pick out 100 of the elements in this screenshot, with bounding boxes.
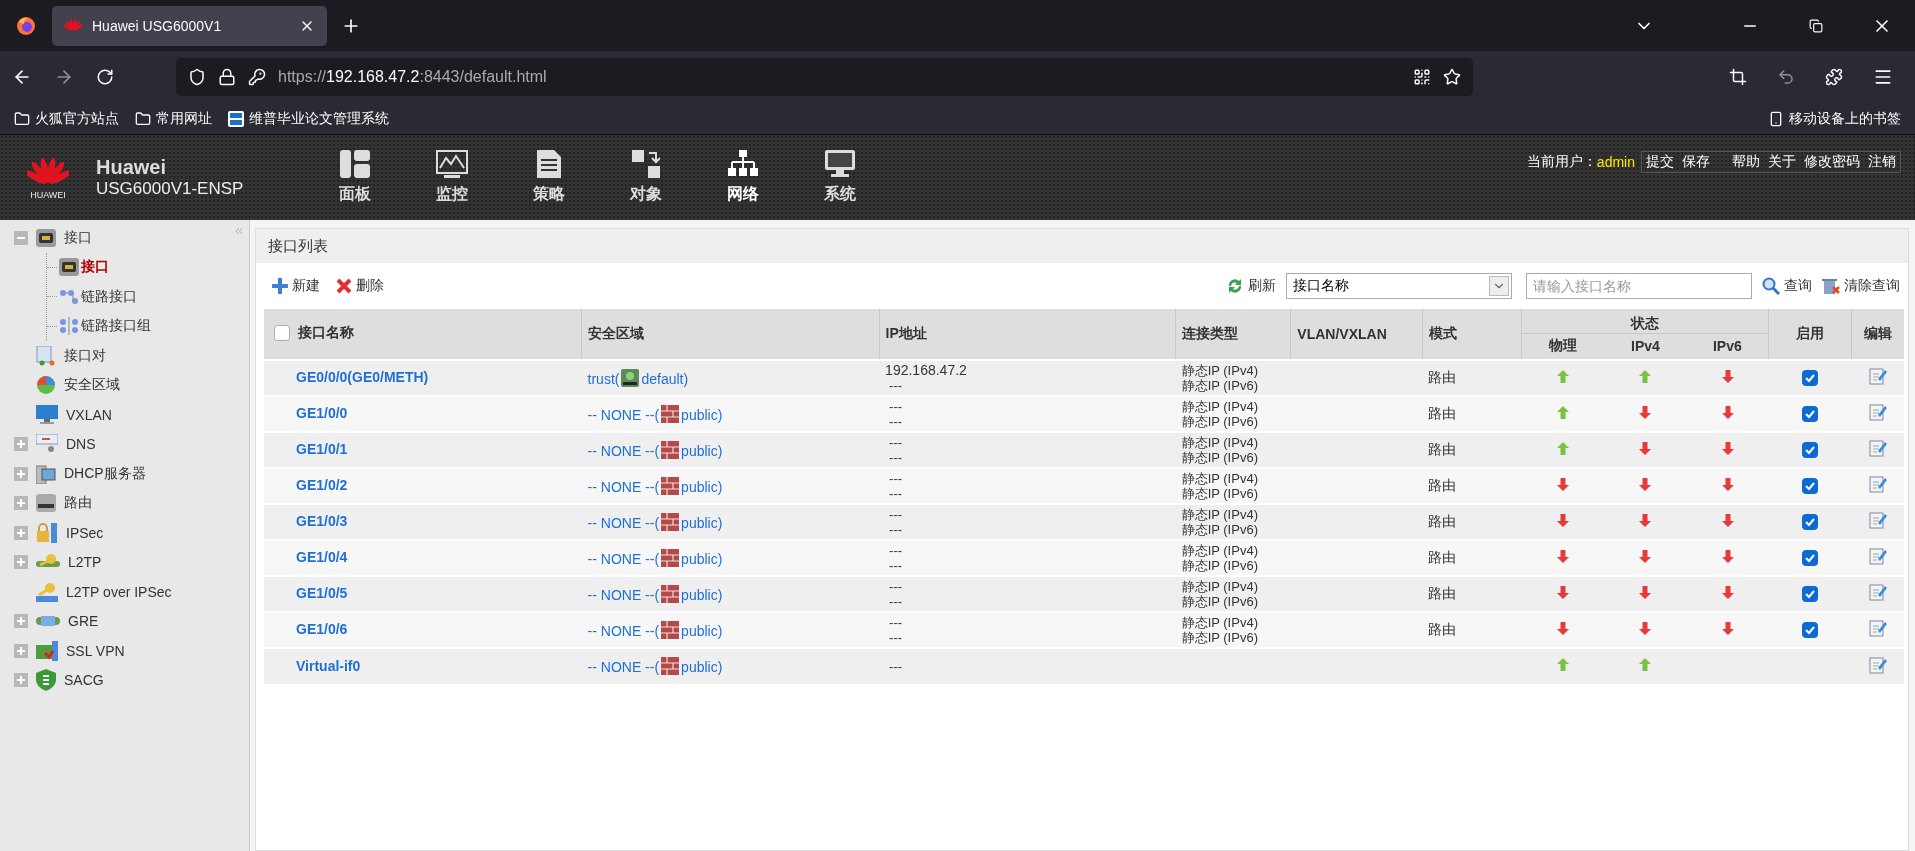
delete-button[interactable]: 删除 xyxy=(336,277,384,295)
interface-link[interactable]: Virtual-if0 xyxy=(270,657,361,674)
enable-checkbox[interactable] xyxy=(1802,621,1819,638)
edit-icon[interactable] xyxy=(1868,511,1887,529)
interface-link[interactable]: GE1/0/6 xyxy=(270,621,348,637)
nav-item[interactable]: 监控 xyxy=(403,135,500,220)
clear-query-button[interactable]: 清除查询 xyxy=(1822,277,1900,295)
sidebar-item[interactable]: IPSec xyxy=(66,524,104,541)
query-button[interactable]: 查询 xyxy=(1762,277,1812,295)
bookmark-item[interactable]: 常用网址 xyxy=(135,109,212,128)
zone-link[interactable]: -- NONE --( xyxy=(587,660,660,675)
sidebar-item[interactable]: DHCP服务器 xyxy=(64,464,146,483)
zone-link[interactable]: -- NONE --( xyxy=(587,551,660,567)
header-link[interactable]: 关于 xyxy=(1768,153,1796,171)
enable-checkbox[interactable] xyxy=(1802,441,1819,458)
zone-link[interactable]: -- NONE --( xyxy=(587,407,660,423)
interface-link[interactable]: GE1/0/0 xyxy=(270,405,348,421)
vsys-link[interactable]: public) xyxy=(681,407,723,423)
vsys-link[interactable]: public) xyxy=(681,479,723,495)
firewall-icon xyxy=(661,404,680,423)
zone-link[interactable]: -- NONE --( xyxy=(587,443,660,459)
edit-icon[interactable] xyxy=(1868,475,1887,493)
edit-icon[interactable] xyxy=(1868,655,1887,674)
crop-icon[interactable] xyxy=(1729,68,1747,86)
restore-icon[interactable] xyxy=(1809,18,1823,33)
qr-code-icon[interactable] xyxy=(1413,68,1431,86)
zone-link[interactable]: -- NONE --( xyxy=(587,515,660,531)
menu-icon[interactable] xyxy=(1873,67,1893,87)
select-all-checkbox[interactable] xyxy=(274,324,290,341)
ip-address: 192.168.47.2 xyxy=(885,362,968,378)
header-link[interactable]: 提交 xyxy=(1646,153,1674,171)
bookmark-item[interactable]: 维普毕业论文管理系统 xyxy=(228,109,389,128)
interface-link[interactable]: GE1/0/2 xyxy=(270,477,348,493)
edit-icon[interactable] xyxy=(1868,367,1887,385)
model-name: USG6000V1-ENSP xyxy=(96,179,245,199)
header-link[interactable]: 帮助 xyxy=(1732,153,1760,171)
search-field[interactable]: 请输入接口名称 xyxy=(1526,273,1752,299)
edit-icon[interactable] xyxy=(1868,583,1887,601)
nav-item[interactable]: 网络 xyxy=(694,135,791,220)
interface-link[interactable]: GE1/0/1 xyxy=(270,441,348,457)
edit-icon[interactable] xyxy=(1868,547,1887,565)
shield-icon xyxy=(188,68,206,86)
bookmark-star-icon[interactable] xyxy=(1443,68,1461,86)
interface-link[interactable]: GE0/0/0(GE0/METH) xyxy=(270,369,429,385)
vsys-link[interactable]: default) xyxy=(641,371,689,387)
header-link[interactable]: 保存 xyxy=(1682,153,1710,171)
interface-link[interactable]: GE1/0/3 xyxy=(270,513,348,529)
sidebar-item[interactable]: 接口对 xyxy=(64,346,106,365)
sidebar-item[interactable]: 安全区域 xyxy=(64,376,120,395)
refresh-button[interactable]: 刷新 xyxy=(1226,277,1276,295)
vsys-link[interactable]: public) xyxy=(681,515,723,531)
sidebar-item[interactable]: 接口 xyxy=(81,258,109,277)
interface-link[interactable]: GE1/0/5 xyxy=(270,585,348,601)
nav-item[interactable]: 系统 xyxy=(791,135,888,220)
sidebar-item[interactable]: 链路接口组 xyxy=(81,317,151,336)
zone-link[interactable]: -- NONE --( xyxy=(587,623,660,639)
sidebar-item[interactable]: SACG xyxy=(64,672,104,689)
browser-tab[interactable]: Huawei USG6000V1 xyxy=(52,5,327,46)
sidebar-item[interactable]: L2TP xyxy=(68,554,102,571)
filter-select[interactable]: 接口名称 xyxy=(1286,273,1512,299)
sidebar-item[interactable]: 路由 xyxy=(64,494,92,513)
header-link[interactable]: 注销 xyxy=(1868,153,1896,171)
interface-link[interactable]: GE1/0/4 xyxy=(270,549,348,565)
enable-checkbox[interactable] xyxy=(1802,585,1819,602)
sidebar-item[interactable]: GRE xyxy=(68,613,99,630)
extensions-icon[interactable] xyxy=(1825,68,1843,86)
enable-checkbox[interactable] xyxy=(1802,477,1819,494)
zone-link[interactable]: -- NONE --( xyxy=(587,479,660,495)
undo-icon[interactable] xyxy=(1777,68,1795,86)
nav-item[interactable]: 对象 xyxy=(597,135,694,220)
reload-icon[interactable] xyxy=(96,68,114,86)
vsys-link[interactable]: public) xyxy=(681,443,723,459)
enable-checkbox[interactable] xyxy=(1802,405,1819,422)
sidebar-item[interactable]: L2TP over IPSec xyxy=(66,583,172,600)
enable-checkbox[interactable] xyxy=(1802,513,1819,530)
edit-icon[interactable] xyxy=(1868,439,1887,457)
vsys-link[interactable]: public) xyxy=(681,623,723,639)
zone-link[interactable]: -- NONE --( xyxy=(587,587,660,603)
zone-link[interactable]: trust( xyxy=(587,371,620,387)
sidebar-item[interactable]: 链路接口 xyxy=(81,287,137,306)
vsys-link[interactable]: public) xyxy=(681,551,723,567)
sidebar-item[interactable]: SSL VPN xyxy=(66,642,125,659)
sidebar-item[interactable]: VXLAN xyxy=(66,406,112,423)
address-bar[interactable]: https://192.168.47.2:8443/default.html xyxy=(176,58,1473,96)
edit-icon[interactable] xyxy=(1868,619,1887,637)
mobile-bookmarks[interactable]: 移动设备上的书签 xyxy=(1768,109,1901,128)
new-button[interactable]: 新建 xyxy=(272,277,320,295)
edit-icon[interactable] xyxy=(1868,403,1887,421)
vsys-link[interactable]: public) xyxy=(681,660,723,675)
nav-item[interactable]: 策略 xyxy=(500,135,597,220)
sidebar-item[interactable]: DNS xyxy=(66,436,96,453)
column-header: VLAN/VXLAN xyxy=(1297,325,1387,342)
sidebar-item[interactable]: 接口 xyxy=(64,228,92,247)
vsys-link[interactable]: public) xyxy=(681,587,723,603)
nav-item[interactable]: 面板 xyxy=(306,135,403,220)
enable-checkbox[interactable] xyxy=(1802,549,1819,566)
key-icon xyxy=(248,68,266,86)
header-link[interactable]: 修改密码 xyxy=(1804,153,1860,171)
enable-checkbox[interactable] xyxy=(1802,369,1819,386)
bookmark-item[interactable]: 火狐官方站点 xyxy=(14,109,119,128)
